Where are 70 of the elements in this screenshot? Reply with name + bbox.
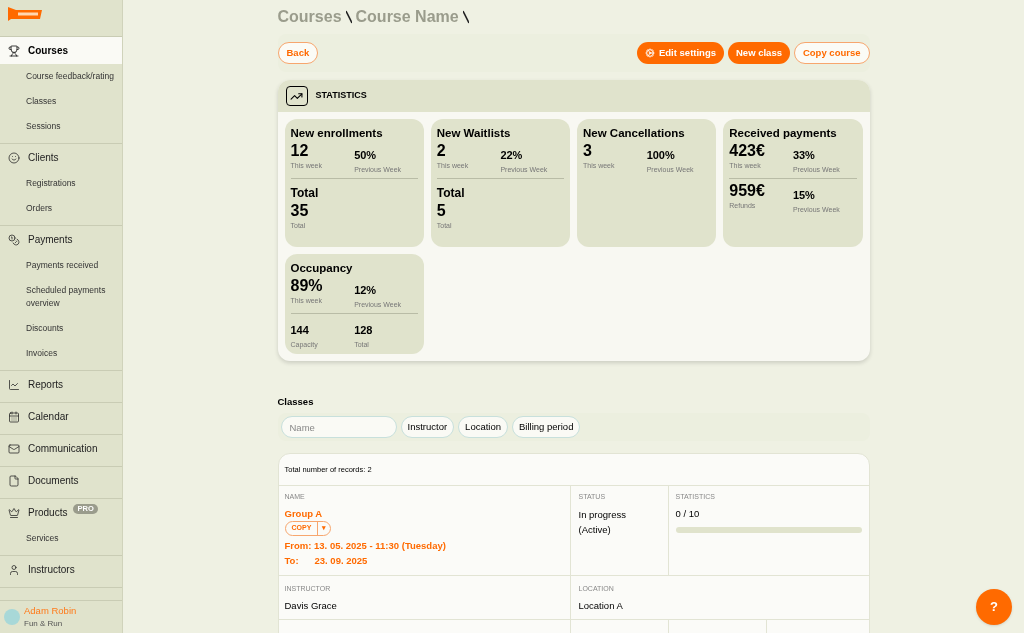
logo-icon [8,7,42,21]
class-end-date: 23. 09. 2025 [314,554,368,568]
stat-value: 423€ [729,141,766,161]
stat-value: 35 [290,200,310,221]
stat-value: 128 [354,322,374,338]
name-search-field[interactable]: Name [280,416,397,439]
stat-title: Occupancy [290,261,354,276]
filter-chip[interactable]: Billing period [512,416,581,439]
sidebar-item[interactable]: Documents [0,467,122,494]
sidebar-subitem[interactable]: Orders [0,196,122,221]
sidebar-item[interactable]: Reports [0,371,122,398]
filter-chip[interactable]: Location [458,416,509,439]
sidebar-subitem[interactable]: Sessions [0,114,122,139]
separator-icon [345,10,352,24]
location-name: Location A [578,598,623,613]
stat-value: 5 [436,200,447,221]
stat-value: 144 [290,322,310,338]
stat-value: 33% [792,148,816,163]
coins-icon [8,233,20,246]
sidebar-subitem[interactable]: Invoices [0,341,122,366]
stat-title: Received payments [729,126,838,141]
end-label: To: [284,554,300,568]
stat-title: New Cancellations [583,126,686,141]
stat-value: 2 [436,141,447,161]
mail-icon [8,442,20,455]
sidebar-item[interactable]: Courses [0,37,122,64]
chart-icon [8,378,20,391]
enrollment-count: 0 / 10 [675,506,701,521]
stat-value: 50% [354,148,378,163]
settings-icon [645,48,655,58]
stat-value: 22% [500,148,524,163]
stat-heading: Total [436,184,465,201]
sidebar-subitem[interactable]: Course feedback/rating [0,64,122,89]
sidebar-item[interactable]: Instructors [0,556,122,583]
crown-icon [8,506,20,519]
stat-value: 12 [290,141,310,161]
calendar-icon [8,410,20,423]
stat-value: 89% [290,276,324,296]
separator-icon [462,10,469,24]
user-icon [8,563,20,576]
organization-name: Fun & Run [24,618,64,631]
face-icon [8,151,20,164]
trend-icon [285,86,308,106]
panel-title: STATISTICS [315,89,367,103]
stat-value: 3 [583,141,593,161]
sidebar-item[interactable]: Calendar [0,403,122,430]
sidebar-item[interactable]: Communication [0,435,122,462]
section-title: Classes [277,395,315,409]
stat-title: New Waitlists [436,126,512,141]
class-start-date: From: 13. 05. 2025 - 11:30 (Tuesday) [284,539,446,553]
sidebar-subitem[interactable]: Classes [0,89,122,114]
stat-value: 100% [646,148,676,163]
document-icon [8,474,20,487]
sidebar-subitem[interactable]: Discounts [0,316,122,341]
trophy-icon [8,44,20,57]
stat-value: 12% [354,283,378,298]
stat-title: New enrollments [290,126,384,141]
status-text: In progress (Active) [578,507,628,537]
sidebar-item[interactable]: Payments [0,226,122,253]
stat-value: 959€ [729,180,766,201]
filter-chip[interactable]: Instructor [400,416,455,439]
sidebar-subitem[interactable]: Payments received [0,253,122,278]
instructor-name: Davis Grace [284,598,337,613]
sidebar-item[interactable]: Clients [0,144,122,171]
stat-heading: Total [290,184,319,201]
sidebar-subitem[interactable]: Scheduled payments overview [0,278,122,316]
sidebar-subitem[interactable]: Registrations [0,171,122,196]
avatar [4,609,20,625]
sidebar-subitem[interactable]: Services [0,526,122,551]
stat-value: 15% [792,187,816,203]
